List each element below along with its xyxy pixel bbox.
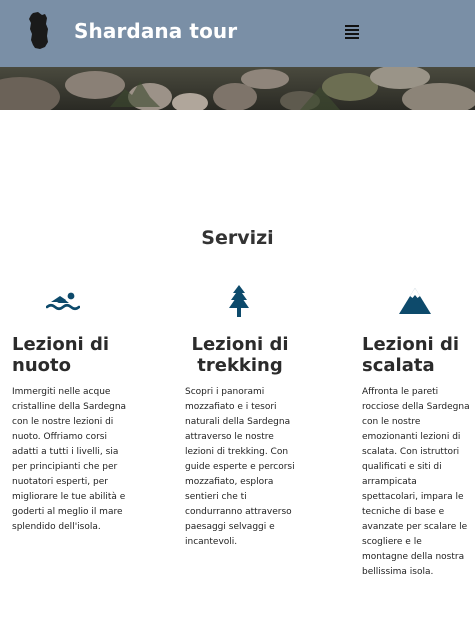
service-title: Lezioni di trekking [191, 334, 289, 376]
navbar: Shardana tour [0, 0, 475, 67]
swimmer-icon [46, 292, 80, 311]
brand-name[interactable]: Shardana tour [74, 19, 237, 43]
sardinia-island-icon[interactable] [27, 12, 49, 50]
service-title: Lezioni di nuoto [12, 334, 109, 376]
hamburger-menu-icon[interactable] [340, 20, 364, 44]
service-description: Scopri i panorami mozzafiato e i tesori … [185, 387, 295, 547]
hero-image [0, 67, 475, 110]
service-description: Immergiti nelle acque cristalline della … [12, 387, 127, 532]
section-title: Servizi [201, 226, 274, 249]
service-title: Lezioni di scalata [362, 334, 459, 376]
service-description: Affronta le pareti rocciose della Sardeg… [362, 387, 470, 577]
pine-tree-icon [229, 285, 249, 317]
mountain-icon [399, 288, 431, 314]
rocky-landscape-image [0, 67, 475, 110]
